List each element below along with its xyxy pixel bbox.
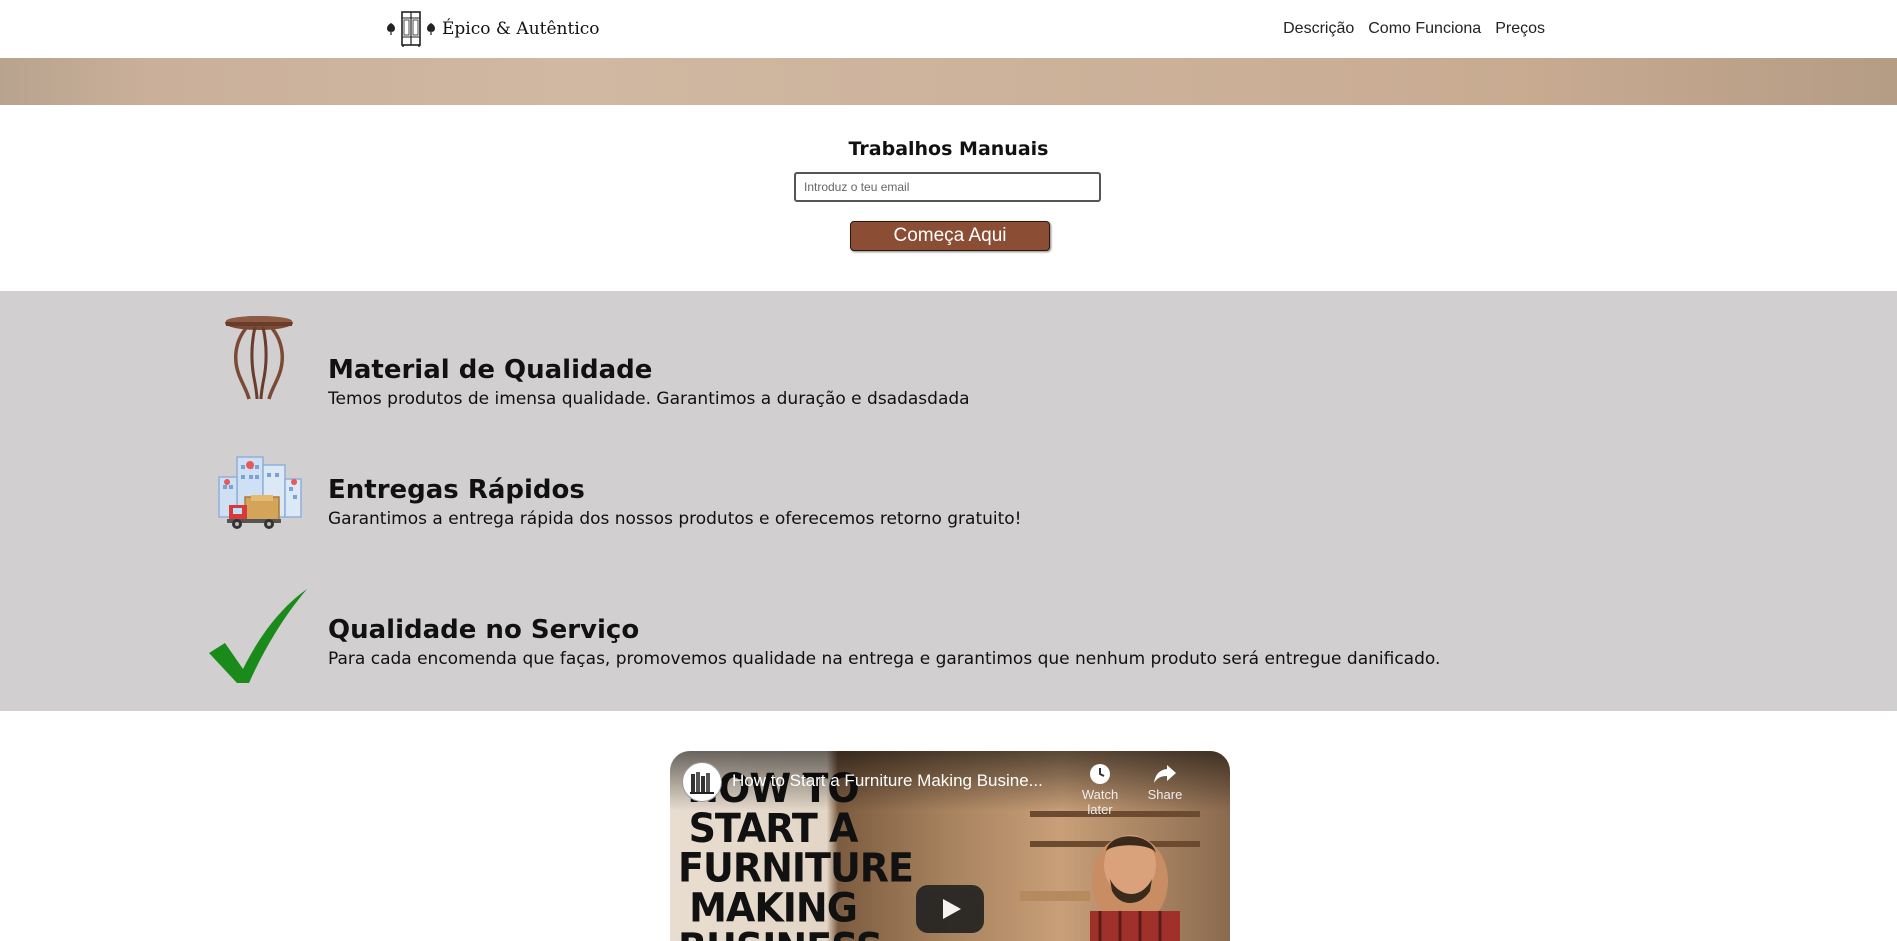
clock-icon: [1090, 764, 1110, 784]
leaf-ornament-icon: [387, 23, 395, 35]
start-button[interactable]: Começa Aqui: [850, 221, 1050, 251]
play-icon: [943, 899, 961, 919]
round-table-icon: [225, 316, 293, 400]
nav-link-descricao[interactable]: Descrição: [1283, 20, 1354, 38]
leaf-ornament-icon: [427, 23, 435, 35]
feature-description: Garantimos a entrega rápida dos nossos p…: [328, 509, 1022, 529]
delivery-truck-icon: [218, 456, 302, 529]
books-icon: [690, 772, 714, 794]
feature-title: Entregas Rápidos: [328, 475, 585, 505]
nav-link-como-funciona[interactable]: Como Funciona: [1368, 20, 1481, 38]
features-section: Material de Qualidade Temos produtos de …: [0, 291, 1897, 711]
channel-avatar[interactable]: [682, 762, 722, 802]
site-header: Épico & Autêntico Descrição Como Funcion…: [0, 0, 1897, 58]
feature-description: Para cada encomenda que faças, promovemo…: [328, 649, 1441, 669]
video-player[interactable]: HOW TO START A FURNITURE MAKING BUSINESS…: [670, 751, 1230, 941]
feature-title: Qualidade no Serviço: [328, 615, 640, 645]
play-button[interactable]: [916, 885, 984, 933]
main-nav: Descrição Como Funciona Preços: [1283, 20, 1545, 38]
video-title[interactable]: How to Start a Furniture Making Busine..…: [732, 771, 1072, 791]
feature-title: Material de Qualidade: [328, 355, 653, 385]
share-arrow-icon: [1154, 765, 1176, 783]
wardrobe-icon: [401, 11, 421, 47]
nav-link-precos[interactable]: Preços: [1495, 20, 1545, 38]
feature-description: Temos produtos de imensa qualidade. Gara…: [328, 389, 970, 409]
signup-title: Trabalhos Manuais: [848, 138, 1049, 160]
watch-later-button[interactable]: Watch later: [1070, 763, 1130, 817]
share-button[interactable]: Share: [1135, 763, 1195, 802]
logo-text: Épico & Autêntico: [442, 19, 600, 39]
checkmark-icon: [209, 589, 307, 683]
logo[interactable]: Épico & Autêntico: [385, 10, 600, 48]
hero-banner-image: [0, 58, 1897, 105]
email-field[interactable]: [794, 172, 1101, 202]
watch-later-label: Watch later: [1081, 787, 1119, 817]
share-label: Share: [1147, 787, 1183, 802]
